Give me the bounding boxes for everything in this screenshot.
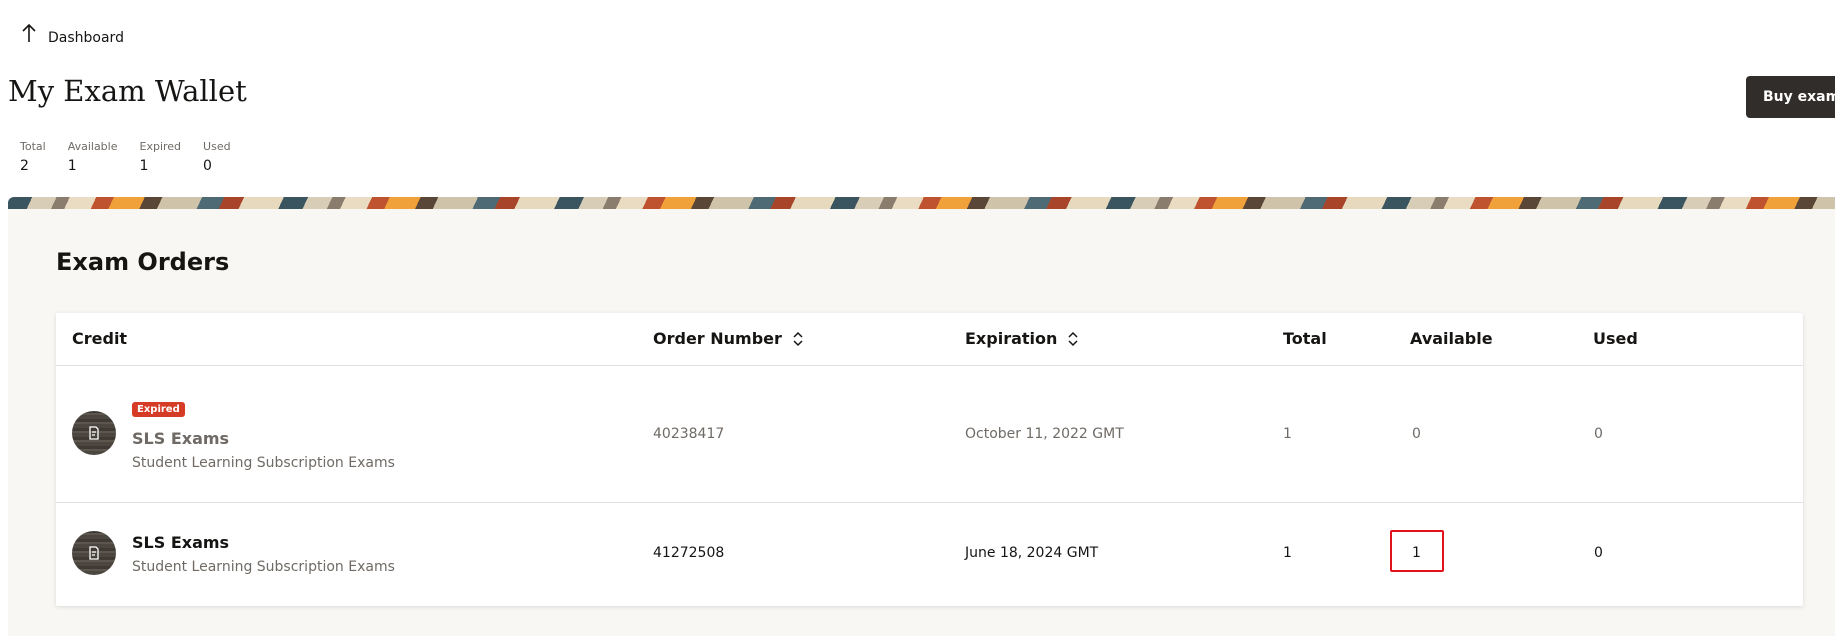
column-header-order-number[interactable]: Order Number xyxy=(653,313,804,365)
wallet-summary: Total 2 Available 1 Expired 1 Used 0 xyxy=(20,140,253,176)
used-count: 0 xyxy=(1594,545,1603,561)
buy-exam-button[interactable]: Buy exam xyxy=(1746,76,1835,118)
credit-description: Student Learning Subscription Exams xyxy=(132,559,395,575)
available-count: 1 xyxy=(1412,545,1421,561)
exam-credit-icon xyxy=(72,411,116,455)
exam-orders-table: Credit Order Number Expiration Total Ava… xyxy=(56,313,1803,606)
stat-available: Available 1 xyxy=(68,140,118,176)
credit-description: Student Learning Subscription Exams xyxy=(132,455,395,471)
stat-total: Total 2 xyxy=(20,140,46,176)
column-header-order-number-label: Order Number xyxy=(653,329,782,348)
stat-expired-label: Expired xyxy=(139,140,182,153)
expiration-date: October 11, 2022 GMT xyxy=(965,426,1124,442)
arrow-up-icon[interactable] xyxy=(22,23,36,43)
decorative-banner xyxy=(8,197,1835,209)
order-number: 40238417 xyxy=(653,426,725,442)
stat-used-label: Used xyxy=(203,140,231,153)
stat-available-value: 1 xyxy=(67,158,77,174)
stat-used-value: 0 xyxy=(203,158,212,174)
column-header-expiration-label: Expiration xyxy=(965,329,1058,348)
used-count: 0 xyxy=(1594,426,1603,442)
total-count: 1 xyxy=(1283,426,1292,442)
stat-used: Used 0 xyxy=(203,140,231,176)
section-title: Exam Orders xyxy=(56,248,230,276)
sort-icon[interactable] xyxy=(792,331,804,347)
column-header-total: Total xyxy=(1283,329,1327,348)
column-header-expiration[interactable]: Expiration xyxy=(965,313,1079,365)
column-header-credit: Credit xyxy=(72,329,128,348)
total-count: 1 xyxy=(1283,545,1292,561)
table-row[interactable]: Expired SLS Exams Student Learning Subsc… xyxy=(56,365,1803,503)
expiration-date: June 18, 2024 GMT xyxy=(965,545,1099,561)
column-header-used: Used xyxy=(1593,329,1638,348)
credit-name[interactable]: SLS Exams xyxy=(132,533,229,552)
stat-total-value: 2 xyxy=(20,158,29,174)
status-badge: Expired xyxy=(132,402,185,417)
breadcrumb-dashboard-link[interactable]: Dashboard xyxy=(48,30,124,46)
stat-total-label: Total xyxy=(20,140,46,153)
stat-available-label: Available xyxy=(67,140,118,153)
exam-credit-icon xyxy=(72,531,116,575)
order-number: 41272508 xyxy=(653,545,725,561)
stat-expired-value: 1 xyxy=(139,158,149,174)
available-count: 0 xyxy=(1412,426,1421,442)
table-row[interactable]: SLS Exams Student Learning Subscription … xyxy=(56,502,1803,607)
stat-expired: Expired 1 xyxy=(140,140,182,176)
sort-icon[interactable] xyxy=(1067,331,1079,347)
credit-name[interactable]: SLS Exams xyxy=(132,429,229,448)
column-header-available: Available xyxy=(1410,329,1493,348)
breadcrumb[interactable]: Dashboard xyxy=(22,20,124,46)
page-title: My Exam Wallet xyxy=(8,74,247,108)
